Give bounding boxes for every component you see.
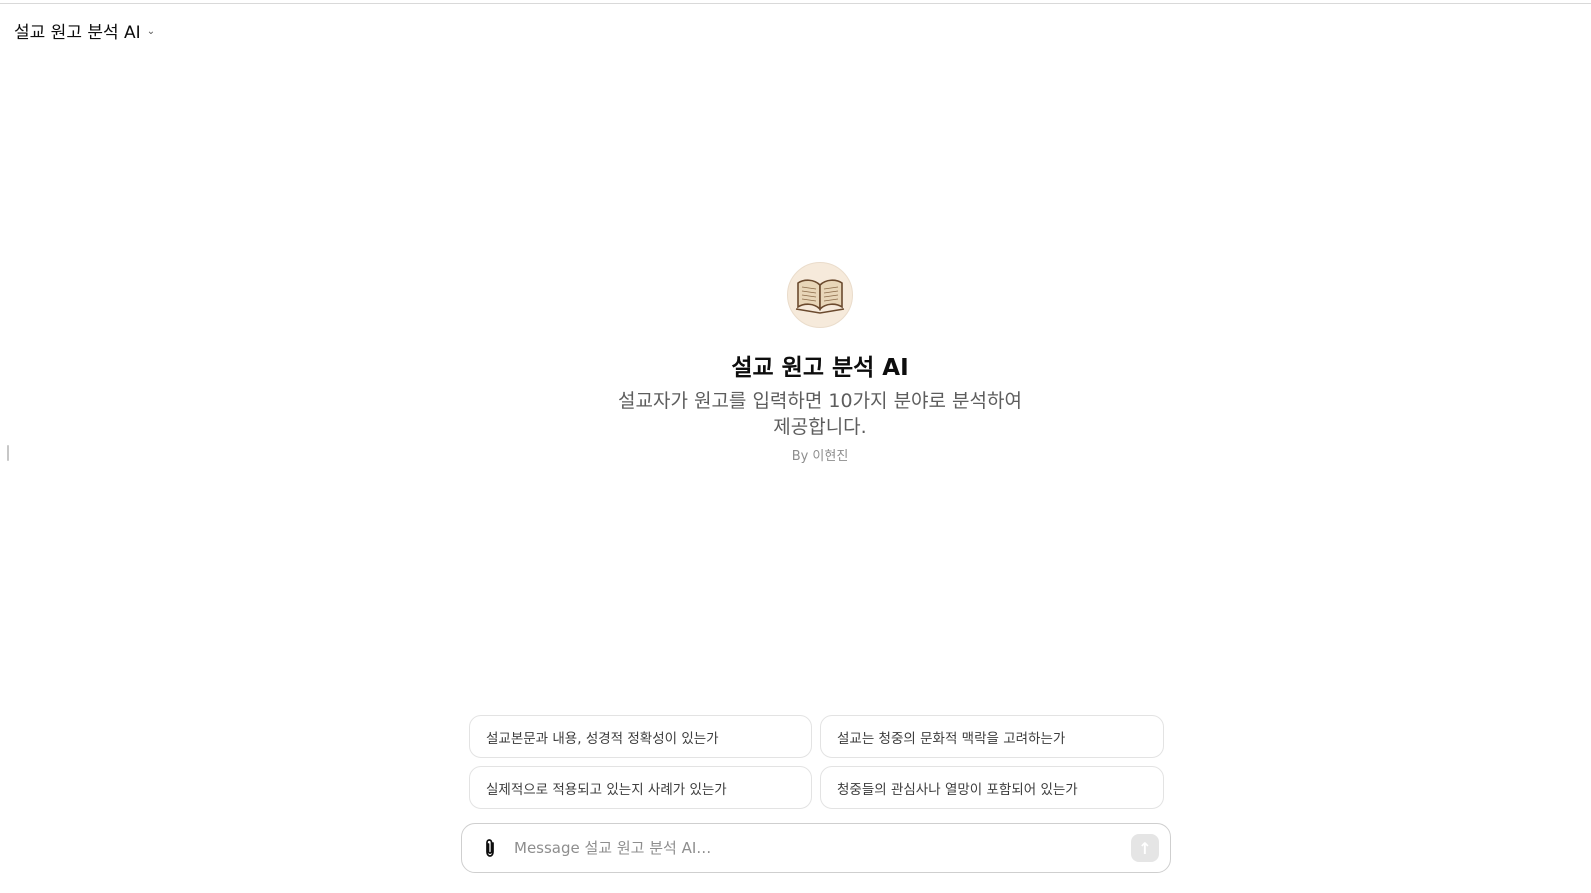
gpt-switcher[interactable]: 설교 원고 분석 AI ⌄ — [14, 18, 155, 43]
starter-button[interactable]: 설교본문과 내용, 성경적 정확성이 있는가 — [469, 715, 812, 758]
open-book-icon — [787, 262, 853, 328]
arrow-up-icon[interactable]: ↑ — [1131, 834, 1159, 862]
gpt-author: By 이현진 — [791, 449, 849, 464]
conversation-starters: 설교본문과 내용, 성경적 정확성이 있는가 설교는 청중의 문화적 맥락을 고… — [469, 715, 1164, 809]
starter-button[interactable]: 설교는 청중의 문화적 맥락을 고려하는가 — [820, 715, 1164, 758]
starter-button[interactable]: 실제적으로 적용되고 있는지 사례가 있는가 — [469, 766, 812, 809]
header-title: 설교 원고 분석 AI — [14, 23, 141, 43]
starter-button[interactable]: 청중들의 관심사나 열망이 포함되어 있는가 — [820, 766, 1164, 809]
message-composer: ↑ — [461, 823, 1171, 873]
gpt-intro: 설교 원고 분석 AI 설교자가 원고를 입력하면 10가지 분야로 분석하여 … — [0, 262, 1591, 464]
gpt-title: 설교 원고 분석 AI — [731, 355, 909, 381]
message-input[interactable] — [514, 839, 1131, 857]
paperclip-icon[interactable] — [480, 837, 500, 859]
top-divider — [0, 3, 1591, 4]
chevron-down-icon: ⌄ — [146, 26, 156, 37]
gpt-description: 설교자가 원고를 입력하면 10가지 분야로 분석하여 제공합니다. — [618, 390, 1022, 438]
